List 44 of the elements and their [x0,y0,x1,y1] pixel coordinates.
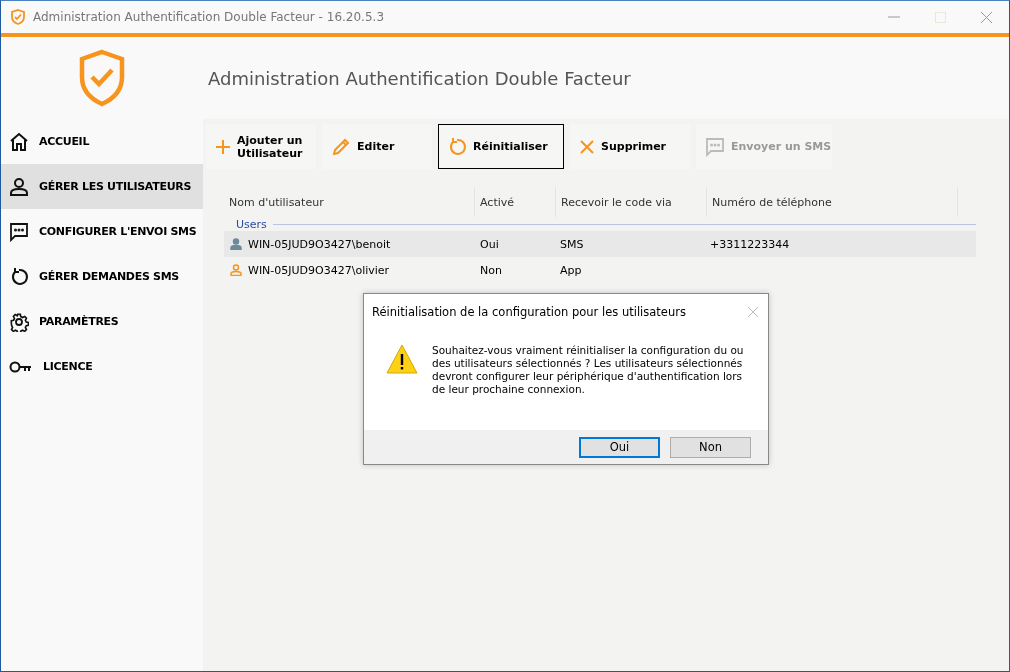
warning-icon [386,344,418,374]
table-row[interactable]: WIN-05JUD9O3427\benoit Oui SMS +3311223344 [224,231,976,257]
table-row[interactable]: WIN-05JUD9O3427\olivier Non App [224,257,976,283]
reset-icon [447,136,467,157]
sidebar-item[interactable]: ACCUEIL [1,119,203,164]
close-button[interactable] [980,11,992,23]
group-header: Users [236,217,267,231]
table-cell: SMS [560,237,584,251]
sidebar-item[interactable]: LICENCE [1,344,203,389]
toolbar-button[interactable]: Réinitialiser [438,124,564,169]
sidebar-item[interactable]: CONFIGURER L'ENVOI SMS [1,209,203,254]
shield-icon [11,9,25,25]
table-cell: WIN-05JUD9O3427\benoit [248,237,391,251]
sidebar-item[interactable]: GÉRER LES UTILISATEURS [1,164,203,209]
app-title: Administration Authentification Double Facteur [208,67,631,89]
table-cell: Oui [480,237,499,251]
table-cell: +3311223344 [710,237,790,251]
dialog-button[interactable]: Non [670,436,751,458]
sidebar-item[interactable]: PARAMÈTRES [1,299,203,344]
minimize-button[interactable] [888,16,900,18]
dialog-title: Réinitialisation de la configuration pour les utilisateurs [372,305,686,319]
person-icon [9,176,29,197]
pencil-icon [331,136,351,157]
table-cell: Non [480,263,502,277]
cross-icon [579,138,595,155]
close-button[interactable] [748,307,758,317]
column-header[interactable]: Activé [475,187,556,217]
plus-icon [215,138,231,155]
column-header[interactable]: Recevoir le code via [556,187,707,217]
table-cell: WIN-05JUD9O3427\olivier [248,263,390,277]
column-header[interactable]: Numéro de téléphone [707,187,958,217]
sidebar-item[interactable]: GÉRER DEMANDES SMS [1,254,203,299]
table-cell: App [560,263,582,277]
settings-icon [9,311,29,332]
dialog-button[interactable]: Oui [579,436,660,458]
window-title: Administration Authentification Double Facteur - 16.20.5.3 [33,10,385,24]
home-icon [9,131,29,152]
column-header[interactable]: Nom d'utilisateur [224,187,475,217]
dialog-message: Souhaitez-vous vraiment réinitialiser la configuration du ou des utilisateurs sélectionnés ? Les utilisateurs sélectionnés devront configurer leur périphérique d'authentification lors de leur prochaine connexion. [432,344,745,397]
shield-logo [78,49,126,107]
reset-icon [9,266,29,287]
chat-icon [705,136,725,157]
maximize-button[interactable] [934,11,946,23]
chat-icon [9,221,29,242]
